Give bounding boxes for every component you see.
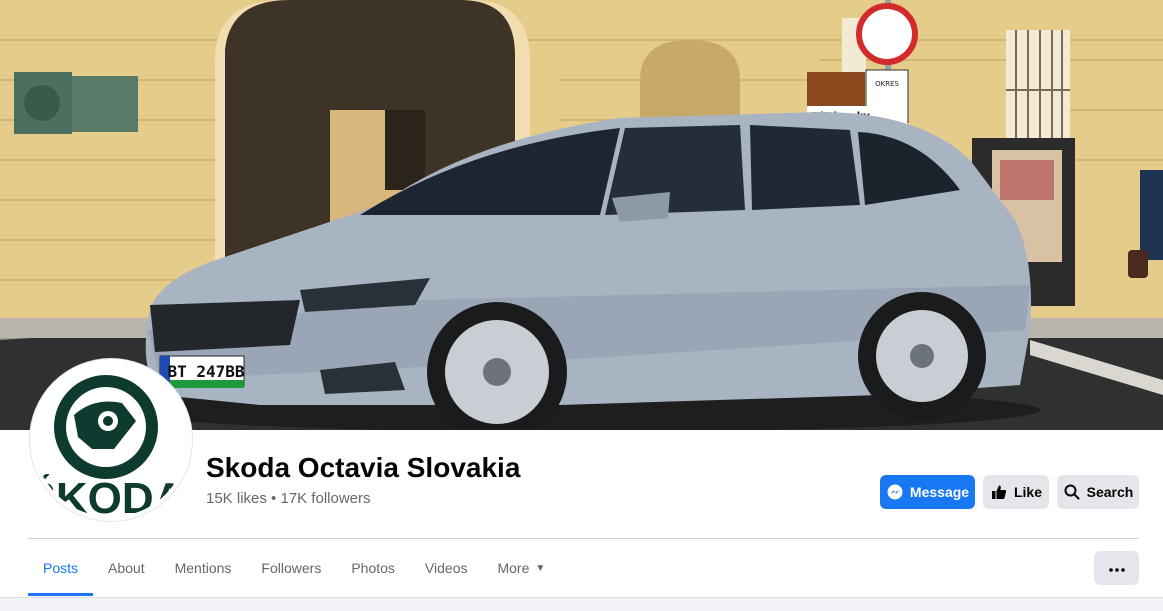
page-title: Skoda Octavia Slovakia bbox=[206, 452, 521, 483]
cover-photo[interactable]: OKRES Nitriansky bbox=[0, 0, 1163, 430]
header-divider bbox=[28, 538, 1138, 539]
more-options-button[interactable] bbox=[1094, 551, 1139, 585]
thumbs-up-icon bbox=[990, 483, 1008, 501]
skoda-logo-icon: ŠKODA bbox=[34, 375, 185, 517]
page-tabs: Posts About Mentions Followers Photos Vi… bbox=[28, 550, 560, 596]
messenger-icon bbox=[886, 483, 904, 501]
message-button[interactable]: Message bbox=[880, 475, 975, 509]
tab-about[interactable]: About bbox=[93, 550, 160, 586]
search-icon bbox=[1063, 483, 1081, 501]
tab-mentions[interactable]: Mentions bbox=[160, 550, 247, 586]
message-button-label: Message bbox=[909, 484, 970, 500]
license-plate-text: BT 247BB bbox=[167, 362, 244, 381]
svg-text:OKRES: OKRES bbox=[875, 80, 899, 88]
tab-more[interactable]: More ▼ bbox=[482, 550, 560, 586]
tab-photos[interactable]: Photos bbox=[336, 550, 410, 586]
tab-videos[interactable]: Videos bbox=[410, 550, 483, 586]
like-button[interactable]: Like bbox=[983, 475, 1049, 509]
tab-posts[interactable]: Posts bbox=[28, 550, 94, 596]
caret-down-icon: ▼ bbox=[535, 562, 546, 574]
content-area-top bbox=[0, 597, 1163, 611]
profile-avatar[interactable]: ŠKODA bbox=[30, 359, 192, 521]
tab-followers[interactable]: Followers bbox=[246, 550, 336, 586]
page-stats[interactable]: 15K likes • 17K followers bbox=[206, 490, 371, 507]
search-button-label: Search bbox=[1086, 484, 1134, 500]
like-button-label: Like bbox=[1013, 484, 1042, 500]
ellipsis-icon bbox=[1108, 559, 1125, 577]
search-button[interactable]: Search bbox=[1057, 475, 1139, 509]
